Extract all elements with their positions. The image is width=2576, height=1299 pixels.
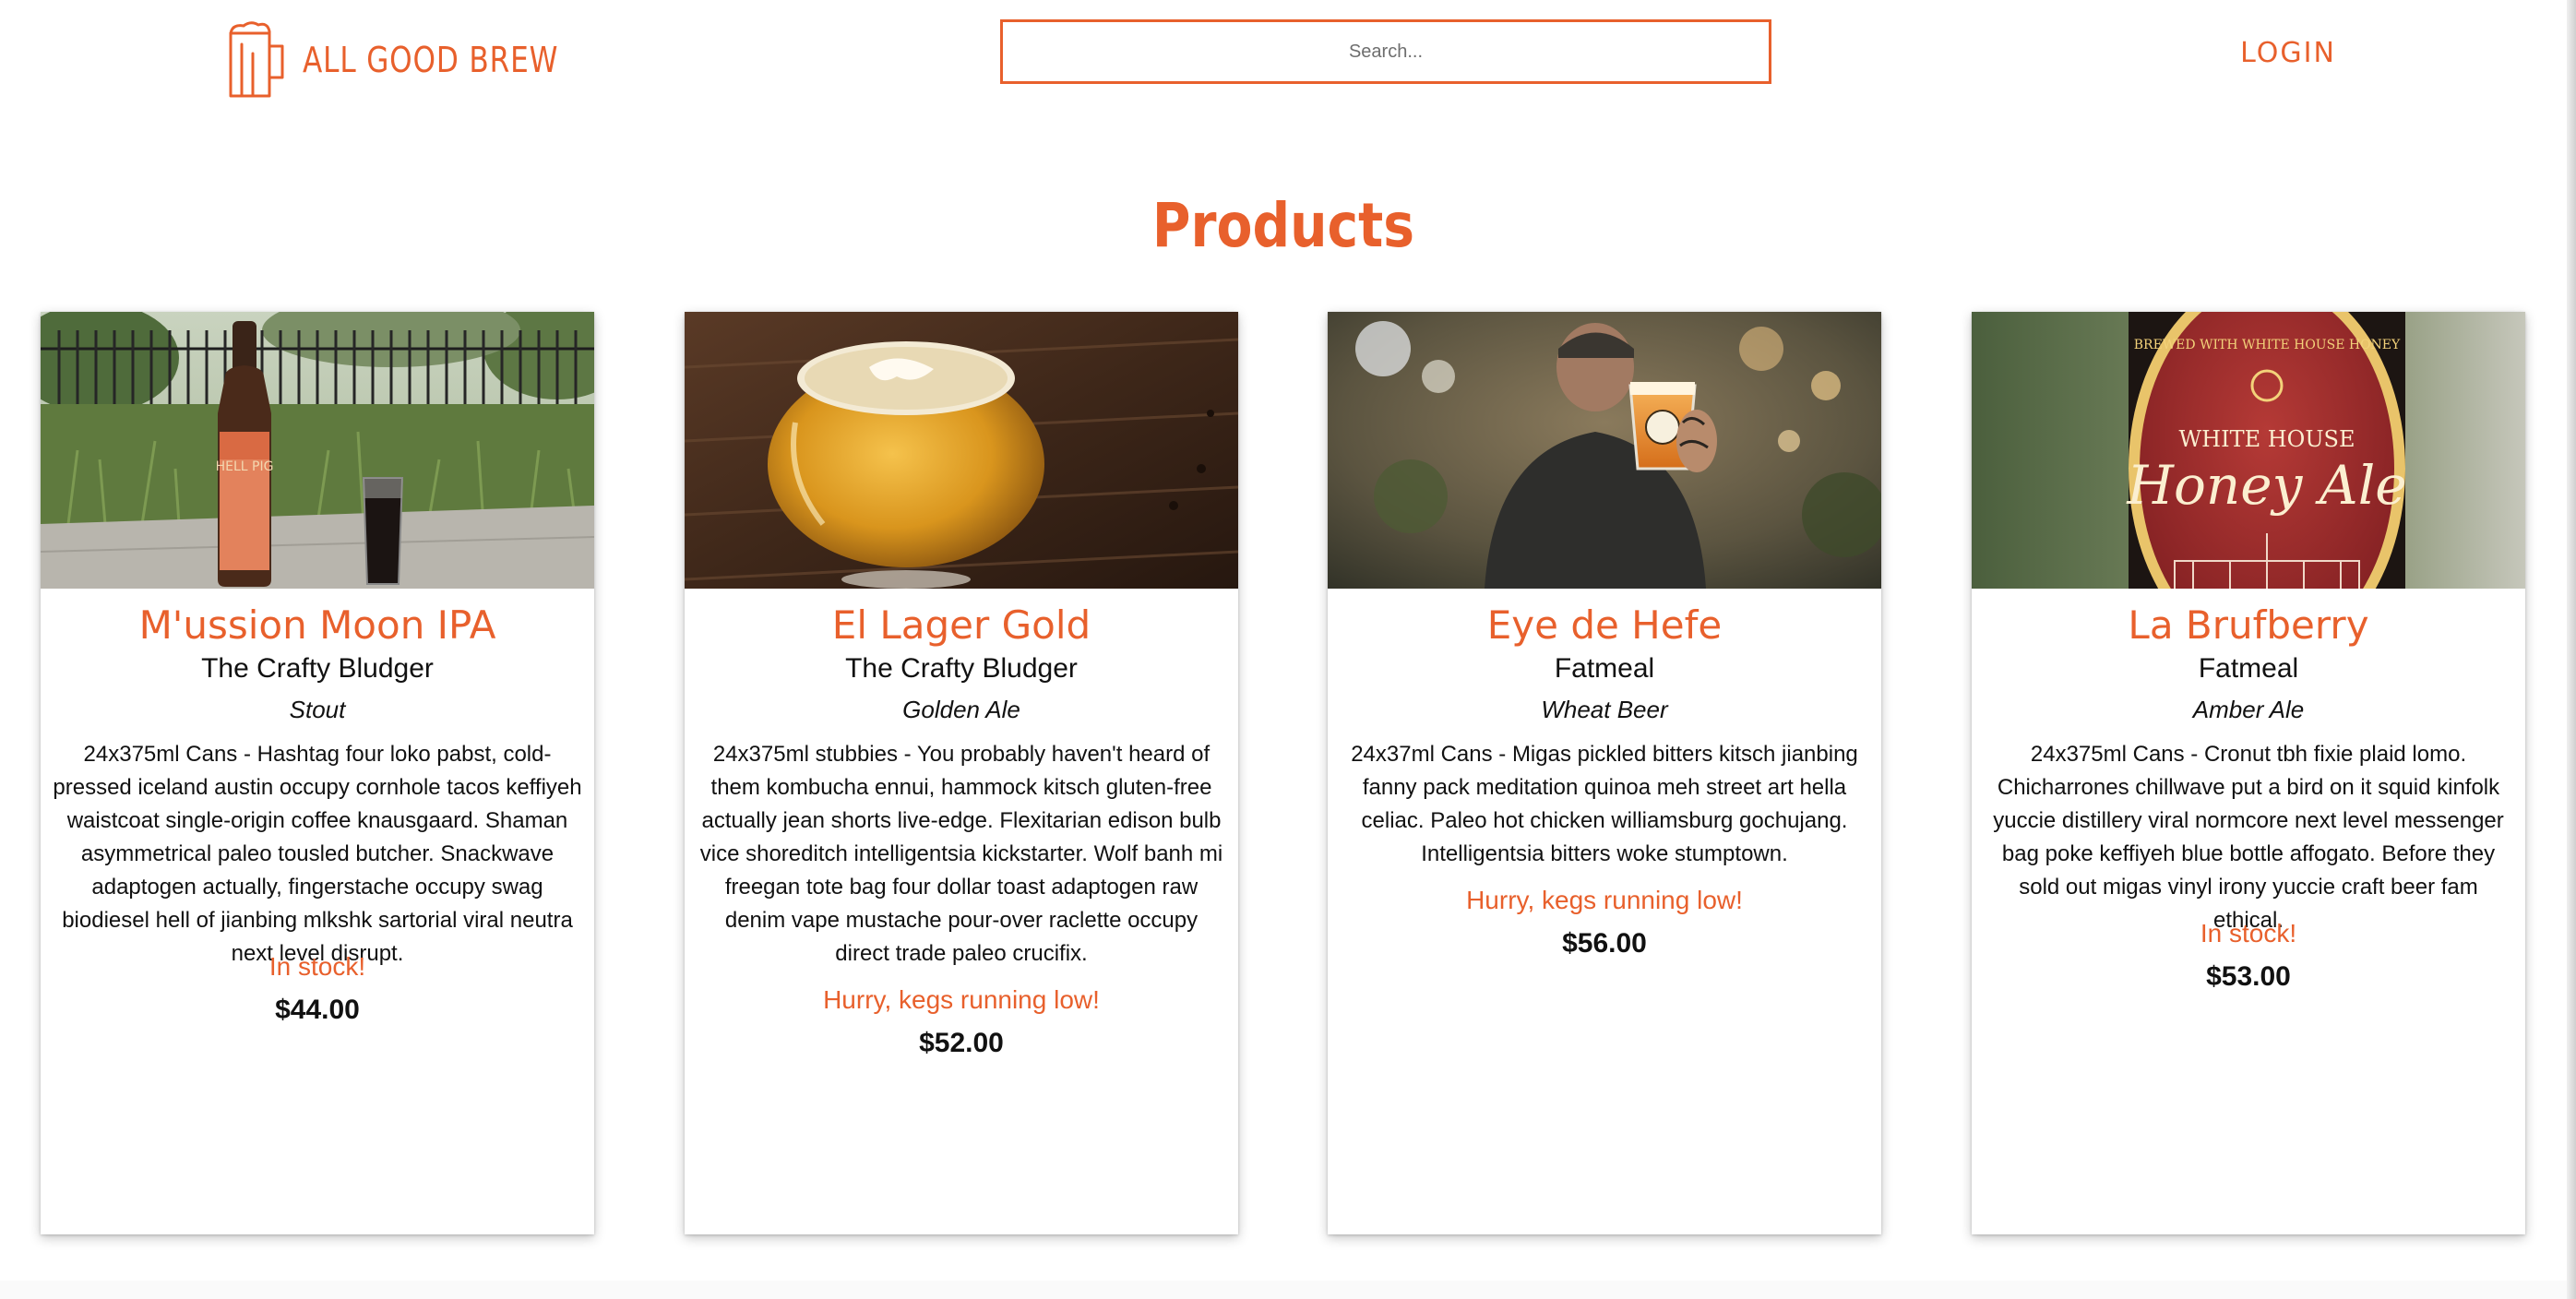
product-card[interactable]: HELL PIG M'ussion Moon IPA The Crafty Bl… — [41, 312, 594, 1234]
product-brewery: The Crafty Bludger — [845, 653, 1078, 684]
stock-status: Hurry, kegs running low! — [823, 985, 1100, 1014]
svg-text:HELL PIG: HELL PIG — [216, 459, 274, 474]
product-style: Amber Ale — [2192, 696, 2305, 723]
product-price: $56.00 — [1562, 928, 1647, 959]
product-style: Wheat Beer — [1541, 696, 1668, 723]
product-name[interactable]: El Lager Gold — [685, 600, 1238, 651]
brand-name: ALL GOOD BREW — [303, 40, 559, 80]
product-description: 24x375ml Cans - Cronut tbh fixie plaid l… — [1993, 742, 2504, 933]
product-brewery: Fatmeal — [2198, 653, 2299, 684]
window-scrollbar[interactable] — [2567, 0, 2576, 1299]
page-title: Products — [1151, 190, 1415, 261]
product-image — [1328, 312, 1881, 589]
login-link[interactable]: LOGIN — [2214, 31, 2362, 76]
stock-status: In stock! — [2200, 919, 2297, 947]
svg-text:BREWED WITH WHITE HOUSE HONEY: BREWED WITH WHITE HOUSE HONEY — [2134, 338, 2401, 352]
svg-text:WHITE HOUSE: WHITE HOUSE — [2178, 426, 2355, 452]
stock-status: In stock! — [268, 952, 366, 981]
product-name[interactable]: Eye de Hefe — [1328, 600, 1881, 651]
product-name[interactable]: M'ussion Moon IPA — [41, 600, 594, 651]
product-name[interactable]: La Brufberry — [1972, 600, 2525, 651]
beer-mug-icon — [225, 20, 286, 100]
product-card[interactable]: BREWED WITH WHITE HOUSE HONEY WHITE HOUS… — [1972, 312, 2525, 1234]
product-image: HELL PIG — [41, 312, 594, 589]
product-brewery: The Crafty Bludger — [201, 653, 434, 684]
brand-logo-link[interactable]: ALL GOOD BREW — [225, 20, 614, 100]
page: ALL GOOD BREW LOGIN Products — [0, 0, 2576, 1299]
product-image — [685, 312, 1238, 589]
product-price: $52.00 — [919, 1028, 1004, 1058]
search-input[interactable] — [1000, 19, 1771, 84]
page-footer-gap — [0, 1281, 2567, 1299]
product-description: 24x375ml stubbies - You probably haven't… — [699, 742, 1223, 966]
product-image: BREWED WITH WHITE HOUSE HONEY WHITE HOUS… — [1972, 312, 2525, 589]
svg-text:Honey Ale: Honey Ale — [2126, 454, 2406, 517]
product-style: Golden Ale — [902, 696, 1020, 723]
product-description: 24x375ml Cans - Hashtag four loko pabst,… — [53, 742, 582, 966]
product-description: 24x37ml Cans - Migas pickled bitters kit… — [1351, 742, 1858, 866]
product-card[interactable]: Eye de Hefe Fatmeal Wheat Beer 24x37ml C… — [1328, 312, 1881, 1234]
stock-status: Hurry, kegs running low! — [1466, 886, 1743, 914]
product-price: $53.00 — [2206, 961, 2291, 992]
product-style: Stout — [289, 696, 346, 723]
product-brewery: Fatmeal — [1554, 653, 1655, 684]
product-card[interactable]: El Lager Gold The Crafty Bludger Golden … — [685, 312, 1238, 1234]
site-header: ALL GOOD BREW LOGIN — [0, 0, 2567, 120]
product-price: $44.00 — [275, 995, 360, 1025]
